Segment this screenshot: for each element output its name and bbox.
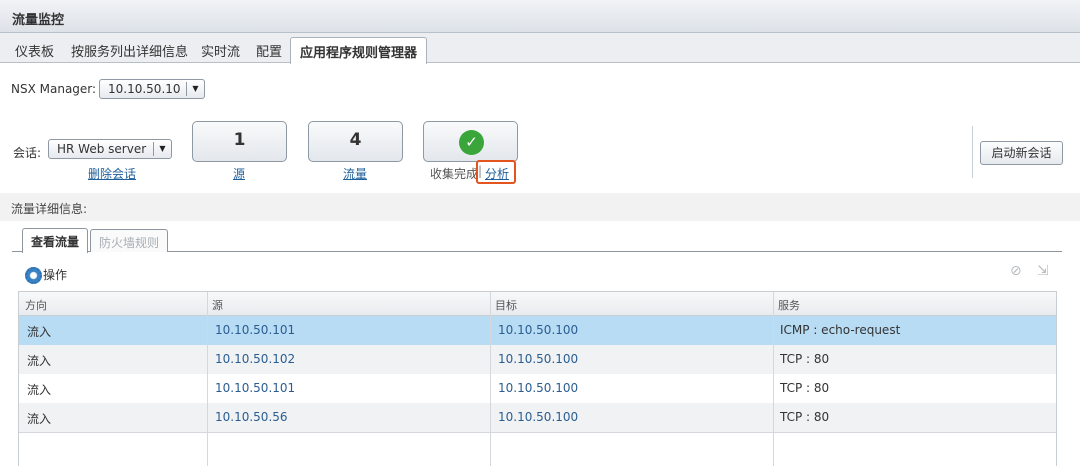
window-title: 流量监控 xyxy=(12,13,65,28)
column-header-destination[interactable]: 目标 xyxy=(495,297,517,313)
table-row[interactable]: 流入 10.10.50.102 10.10.50.100 TCP : 80 xyxy=(19,345,1056,374)
column-divider xyxy=(207,292,208,466)
cell-direction: 流入 xyxy=(27,354,52,368)
collection-status-text: 收集完成 xyxy=(430,167,479,181)
cell-destination: 10.10.50.100 xyxy=(498,323,579,337)
gear-icon xyxy=(25,267,42,284)
start-new-session-button[interactable]: 启动新会话 xyxy=(980,141,1063,165)
table-row-empty xyxy=(19,432,1056,461)
column-header-direction[interactable]: 方向 xyxy=(25,297,47,313)
sources-count-button[interactable]: 1 xyxy=(192,121,287,162)
table-row[interactable]: 流入 10.10.50.101 10.10.50.100 ICMP : echo… xyxy=(19,316,1056,345)
flow-details-header: 流量详细信息: xyxy=(0,193,1080,221)
cell-direction: 流入 xyxy=(27,412,52,426)
nsx-manager-select[interactable]: 10.10.50.10 ▼ xyxy=(99,79,205,99)
window-titlebar: 流量监控 xyxy=(0,0,1080,33)
nsx-manager-value: 10.10.50.10 xyxy=(108,82,181,96)
tab-application-rule-manager[interactable]: 应用程序规则管理器 xyxy=(290,37,428,64)
cell-direction: 流入 xyxy=(27,325,52,339)
table-row[interactable]: 流入 10.10.50.101 10.10.50.100 TCP : 80 xyxy=(19,374,1056,403)
cell-destination: 10.10.50.100 xyxy=(498,381,579,395)
subtab-baseline xyxy=(12,251,1062,252)
export-icon[interactable]: ⇲ xyxy=(1037,263,1049,279)
table-row[interactable]: 流入 10.10.50.56 10.10.50.100 TCP : 80 xyxy=(19,403,1056,432)
session-label: 会话: xyxy=(13,146,42,160)
column-divider xyxy=(773,292,774,466)
session-select[interactable]: HR Web server ▼ xyxy=(48,139,172,159)
tab-dashboard[interactable]: 仪表板 xyxy=(15,41,54,60)
actions-menu[interactable]: 操作 xyxy=(25,266,67,284)
flows-link[interactable]: 流量 xyxy=(343,165,367,182)
nsx-manager-label: NSX Manager: xyxy=(11,82,97,96)
tab-view-flows[interactable]: 查看流量 xyxy=(22,228,89,253)
column-header-source[interactable]: 源 xyxy=(212,297,223,313)
main-tab-bar: 仪表板 按服务列出详细信息 实时流 配置 应用程序规则管理器 xyxy=(0,33,1080,64)
session-value: HR Web server xyxy=(57,142,147,156)
actions-label: 操作 xyxy=(43,268,68,282)
cell-destination: 10.10.50.100 xyxy=(498,410,579,424)
flows-count-button[interactable]: 4 xyxy=(308,121,403,162)
flows-table: 方向 源 目标 服务 流入 10.10.50.101 10.10.50.100 … xyxy=(18,291,1057,466)
cell-destination: 10.10.50.100 xyxy=(498,352,579,366)
cell-direction: 流入 xyxy=(27,383,52,397)
flow-details-label: 流量详细信息: xyxy=(11,202,88,216)
tab-configuration[interactable]: 配置 xyxy=(256,41,282,60)
clear-filter-icon[interactable]: ⊘ xyxy=(1010,263,1022,279)
collection-status-button[interactable]: ✓ xyxy=(423,121,518,162)
analyze-highlight-box xyxy=(476,160,516,184)
cell-source: 10.10.50.102 xyxy=(215,352,296,366)
cell-service: TCP : 80 xyxy=(780,381,830,395)
cell-source: 10.10.50.101 xyxy=(215,381,296,395)
sources-link[interactable]: 源 xyxy=(233,165,245,182)
column-header-service[interactable]: 服务 xyxy=(778,297,800,313)
tab-live-flow[interactable]: 实时流 xyxy=(201,41,240,60)
table-header: 方向 源 目标 服务 xyxy=(19,292,1056,316)
cell-service: TCP : 80 xyxy=(780,410,830,424)
cell-service: TCP : 80 xyxy=(780,352,830,366)
vertical-divider xyxy=(972,126,973,178)
column-divider xyxy=(490,292,491,466)
cell-source: 10.10.50.101 xyxy=(215,323,296,337)
tab-firewall-rules[interactable]: 防火墙规则 xyxy=(90,229,169,252)
chevron-down-icon: ▼ xyxy=(153,142,171,156)
tab-details-by-service[interactable]: 按服务列出详细信息 xyxy=(71,41,188,60)
chevron-down-icon: ▼ xyxy=(186,82,204,96)
cell-source: 10.10.50.56 xyxy=(215,410,288,424)
cell-service: ICMP : echo-request xyxy=(780,323,901,337)
delete-session-link[interactable]: 删除会话 xyxy=(88,165,136,182)
checkmark-icon: ✓ xyxy=(459,130,484,155)
